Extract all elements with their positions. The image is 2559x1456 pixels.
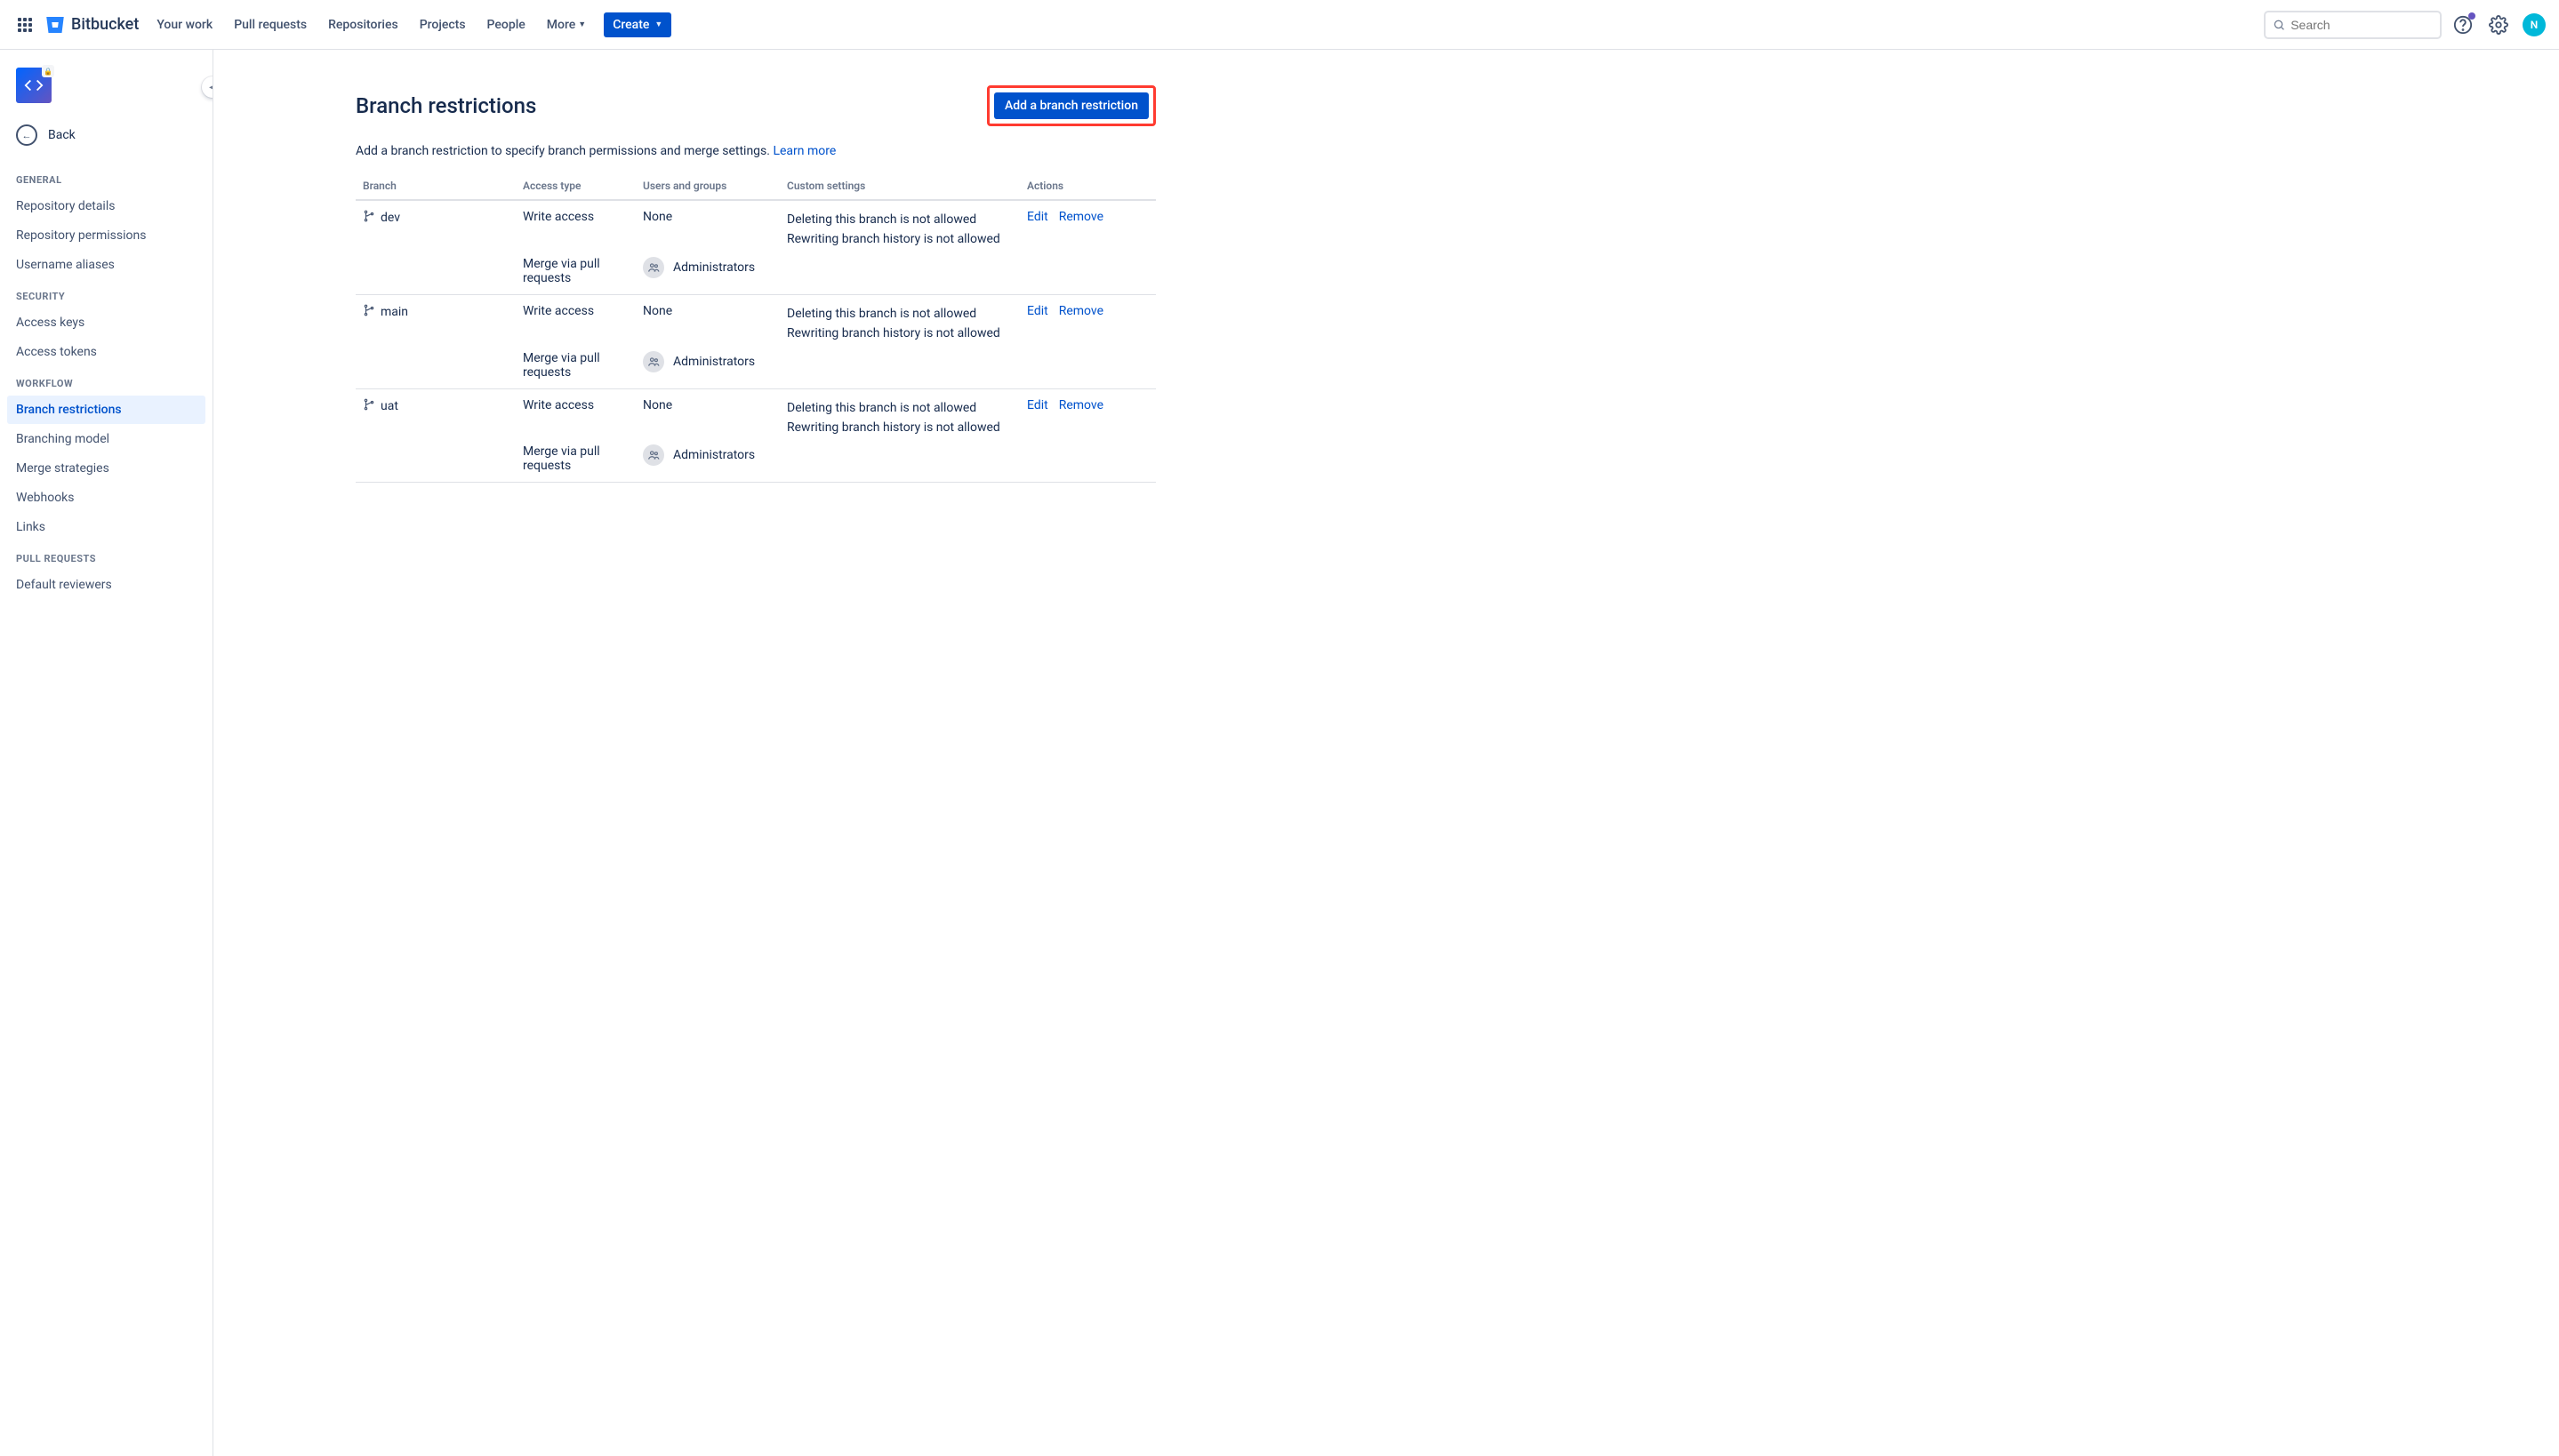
nav-your-work[interactable]: Your work	[148, 11, 221, 39]
branch-icon	[363, 398, 375, 414]
users-groups: None	[636, 294, 780, 347]
highlight-annotation: Add a branch restriction	[987, 85, 1156, 126]
group-name: Administrators	[673, 355, 755, 369]
branch-name: dev	[381, 211, 400, 225]
settings-button[interactable]	[2484, 11, 2513, 39]
remove-link[interactable]: Remove	[1059, 304, 1103, 318]
section-label-security: Security	[7, 280, 205, 308]
branch-name: uat	[381, 399, 398, 413]
sidebar-item-merge-strategies[interactable]: Merge strategies	[7, 454, 205, 483]
custom-setting: Rewriting branch history is not allowed	[787, 418, 1013, 437]
custom-setting: Rewriting branch history is not allowed	[787, 229, 1013, 249]
page-title: Branch restrictions	[356, 93, 536, 118]
chevron-down-icon: ▼	[654, 20, 662, 29]
access-type: Merge via pull requests	[516, 253, 636, 295]
branch-icon	[363, 304, 375, 320]
users-groups: None	[636, 200, 780, 253]
remove-link[interactable]: Remove	[1059, 398, 1103, 412]
chevron-down-icon: ▼	[578, 20, 586, 29]
nav-more-label: More	[547, 18, 576, 32]
sidebar-item-branching-model[interactable]: Branching model	[7, 425, 205, 453]
sidebar-item-repository-permissions[interactable]: Repository permissions	[7, 221, 205, 250]
learn-more-link[interactable]: Learn more	[773, 144, 836, 158]
gear-icon	[2489, 15, 2508, 35]
code-icon	[24, 76, 44, 95]
back-link[interactable]: ← Back	[7, 117, 205, 153]
table-row: Merge via pull requests Administrators	[356, 441, 1156, 483]
custom-setting: Deleting this branch is not allowed	[787, 304, 1013, 324]
create-button[interactable]: Create ▼	[604, 12, 671, 37]
table-row: main Write accessNone Deleting this branch…	[356, 294, 1156, 347]
search-box[interactable]	[2264, 11, 2442, 39]
col-header-settings: Custom settings	[780, 174, 1020, 200]
group-icon	[643, 351, 664, 372]
edit-link[interactable]: Edit	[1027, 398, 1048, 412]
notification-dot	[2468, 12, 2475, 20]
sidebar-item-default-reviewers[interactable]: Default reviewers	[7, 571, 205, 599]
sidebar-item-access-tokens[interactable]: Access tokens	[7, 338, 205, 366]
sidebar-item-username-aliases[interactable]: Username aliases	[7, 251, 205, 279]
restrictions-table: Branch Access type Users and groups Cust…	[356, 174, 1156, 483]
back-arrow-icon: ←	[16, 124, 37, 146]
bitbucket-icon	[44, 14, 66, 36]
page-description: Add a branch restriction to specify bran…	[356, 144, 1156, 158]
group-name: Administrators	[673, 448, 755, 462]
users-groups: None	[636, 388, 780, 441]
group-name: Administrators	[673, 260, 755, 275]
back-label: Back	[48, 128, 76, 142]
section-label-workflow: Workflow	[7, 367, 205, 395]
col-header-branch: Branch	[356, 174, 516, 200]
add-branch-restriction-button[interactable]: Add a branch restriction	[994, 92, 1149, 119]
access-type: Write access	[516, 200, 636, 253]
sidebar-collapse-toggle[interactable]: ◀	[202, 76, 213, 98]
group-icon	[643, 257, 664, 278]
table-row: uat Write accessNone Deleting this branch …	[356, 388, 1156, 441]
table-row: Merge via pull requests Administrators	[356, 253, 1156, 295]
nav-projects[interactable]: Projects	[411, 11, 475, 39]
section-label-general: General	[7, 164, 205, 191]
avatar: N	[2523, 13, 2546, 36]
sidebar-item-branch-restrictions[interactable]: Branch restrictions	[7, 396, 205, 424]
search-input[interactable]	[2290, 18, 2433, 32]
sidebar: ◀ 🔒 ← Back General Repository details Re…	[0, 50, 213, 1456]
access-type: Write access	[516, 294, 636, 347]
sidebar-item-links[interactable]: Links	[7, 513, 205, 541]
col-header-users: Users and groups	[636, 174, 780, 200]
custom-setting: Rewriting branch history is not allowed	[787, 324, 1013, 343]
section-label-pull-requests: Pull Requests	[7, 542, 205, 570]
nav-pull-requests[interactable]: Pull requests	[225, 11, 316, 39]
col-header-actions: Actions	[1020, 174, 1156, 200]
profile-button[interactable]: N	[2520, 11, 2548, 39]
custom-setting: Deleting this branch is not allowed	[787, 210, 1013, 229]
access-type: Merge via pull requests	[516, 348, 636, 389]
sidebar-item-repository-details[interactable]: Repository details	[7, 192, 205, 220]
project-tile[interactable]: 🔒	[16, 68, 52, 103]
branch-name: main	[381, 305, 408, 319]
custom-setting: Deleting this branch is not allowed	[787, 398, 1013, 418]
table-row: Merge via pull requests Administrators	[356, 348, 1156, 389]
remove-link[interactable]: Remove	[1059, 210, 1103, 224]
table-row: dev Write accessNone Deleting this branch …	[356, 200, 1156, 253]
lock-icon: 🔒	[42, 65, 54, 77]
nav-repositories[interactable]: Repositories	[319, 11, 407, 39]
access-type: Merge via pull requests	[516, 441, 636, 483]
nav-people[interactable]: People	[478, 11, 534, 39]
sidebar-item-webhooks[interactable]: Webhooks	[7, 484, 205, 512]
create-label: Create	[613, 18, 649, 32]
search-icon	[2273, 18, 2285, 32]
branch-icon	[363, 210, 375, 226]
brand-home-link[interactable]: Bitbucket	[44, 14, 139, 36]
brand-name: Bitbucket	[71, 15, 139, 34]
help-button[interactable]	[2449, 11, 2477, 39]
col-header-access: Access type	[516, 174, 636, 200]
edit-link[interactable]: Edit	[1027, 304, 1048, 318]
nav-more[interactable]: More ▼	[538, 11, 595, 39]
grid-icon	[18, 18, 32, 32]
group-icon	[643, 444, 664, 466]
description-text: Add a branch restriction to specify bran…	[356, 144, 773, 158]
access-type: Write access	[516, 388, 636, 441]
sidebar-item-access-keys[interactable]: Access keys	[7, 308, 205, 337]
edit-link[interactable]: Edit	[1027, 210, 1048, 224]
app-switcher-button[interactable]	[11, 11, 39, 39]
